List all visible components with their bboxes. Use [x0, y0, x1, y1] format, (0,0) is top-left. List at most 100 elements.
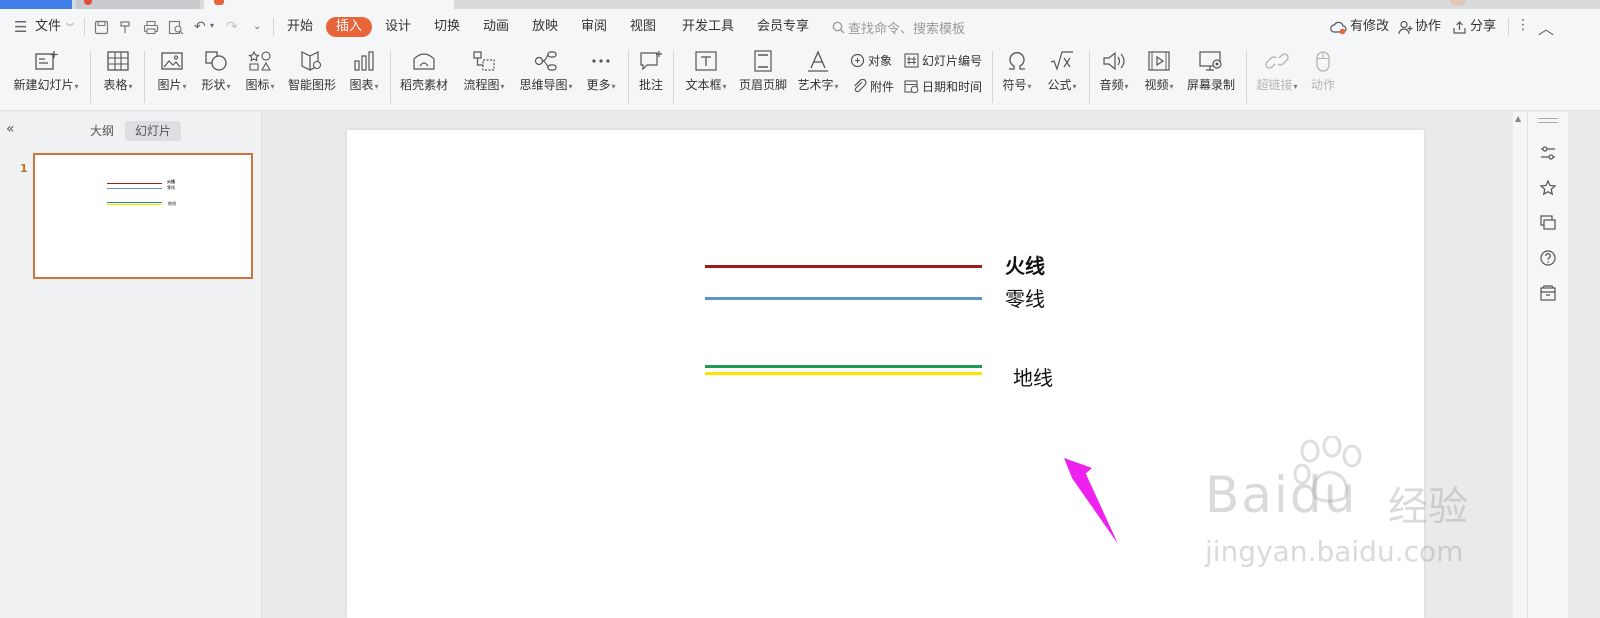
collaborate-button[interactable]: 协作 — [1415, 18, 1441, 36]
undo-icon[interactable]: ↶ — [194, 19, 206, 35]
shape-button[interactable]: 形状▾ — [196, 49, 236, 93]
tab-animation[interactable]: 动画 — [483, 18, 509, 36]
save-icon[interactable] — [94, 20, 109, 35]
insert-ribbon: 新建幻灯片▾ 表格▾ 图片▾ 形状▾ 图标▾ 智能图形 图表▾ 稻壳素材 流程图… — [0, 45, 1600, 111]
tab-review[interactable]: 审阅 — [581, 18, 607, 36]
wordart-button[interactable]: 艺术字▾ — [794, 49, 842, 93]
modified-status[interactable]: 有修改 — [1350, 18, 1389, 36]
print-icon[interactable] — [143, 20, 159, 35]
more-button[interactable]: 更多▾ — [582, 49, 620, 93]
customize-toolbar-icon[interactable]: ⌄ — [253, 21, 261, 32]
slide-number: 1 — [20, 162, 28, 175]
print-preview-icon[interactable] — [168, 20, 184, 35]
slide-switch-icon[interactable] — [1539, 214, 1557, 232]
menu-bar: ☰ 文件 ﹀ ↶ ▾ ↷ ⌄ 开始 插入 设计 切换 动画 放映 审阅 视图 开… — [0, 9, 1600, 45]
window-tab-strip — [0, 0, 1600, 9]
file-menu[interactable]: 文件 ﹀ — [35, 18, 74, 36]
divider — [992, 51, 993, 103]
table-button[interactable]: 表格▾ — [98, 49, 138, 93]
screen-record-label: 屏幕录制 — [1186, 78, 1235, 92]
chart-button[interactable]: 图表▾ — [344, 49, 384, 93]
smartart-button[interactable]: 智能图形 — [286, 49, 338, 93]
textbox-button[interactable]: 文本框▾ — [680, 49, 732, 93]
object-label: 对象 — [868, 54, 893, 68]
picture-button[interactable]: 图片▾ — [152, 49, 192, 93]
pointer-arrow-icon — [1064, 458, 1118, 544]
divider — [390, 51, 391, 103]
divider — [673, 51, 674, 103]
window-edge — [1568, 112, 1600, 618]
watermark-brand-part1: Bai — [1205, 466, 1290, 524]
material-label: 稻壳素材 — [399, 78, 448, 92]
symbol-button[interactable]: 符号▾ — [998, 49, 1036, 93]
format-painter-icon[interactable] — [118, 20, 133, 35]
formula-button[interactable]: 公式▾ — [1042, 49, 1082, 93]
window-tab-presentation-active[interactable] — [204, 0, 454, 9]
collapse-panel-icon[interactable]: « — [6, 121, 15, 137]
live-wire-line[interactable] — [705, 265, 982, 268]
header-footer-label: 页眉页脚 — [738, 78, 787, 92]
mindmap-button[interactable]: 思维导图▾ — [516, 49, 576, 93]
flowchart-button[interactable]: 流程图▾ — [458, 49, 510, 93]
action-button[interactable]: 动作 — [1306, 49, 1340, 93]
tab-outline[interactable]: 大纲 — [80, 121, 124, 141]
tab-slides[interactable]: 幻灯片 — [125, 121, 182, 141]
window-tab-home[interactable] — [0, 0, 72, 9]
tab-transitions[interactable]: 切换 — [434, 18, 460, 36]
scroll-up-icon[interactable]: ▲ — [1515, 114, 1521, 123]
more-dots-icon — [592, 59, 610, 63]
comment-button[interactable]: 批注 — [634, 49, 668, 93]
search-input[interactable]: 查找命令、搜索模板 — [848, 18, 965, 37]
slide-number-button[interactable]: 幻灯片编号 — [904, 52, 982, 69]
tab-insert[interactable]: 插入 — [326, 17, 373, 37]
tab-developer[interactable]: 开发工具 — [682, 18, 734, 36]
pdf-icon — [84, 0, 92, 5]
undo-dropdown-icon[interactable]: ▾ — [210, 21, 214, 30]
vertical-scrollbar[interactable]: ▲ — [1513, 112, 1527, 618]
settings-sliders-icon[interactable] — [1539, 144, 1557, 162]
hamburger-menu-icon[interactable]: ☰ — [14, 18, 27, 36]
object-button[interactable]: 对象 — [850, 52, 892, 69]
slide-thumbnail[interactable]: 火线 零线 地线 — [33, 153, 253, 279]
docer-material-button[interactable]: 稻壳素材 — [397, 49, 451, 93]
chevron-down-icon: ▾ — [1124, 82, 1129, 91]
pin-star-icon[interactable] — [1539, 179, 1557, 197]
mindmap-icon — [534, 51, 557, 71]
tab-view[interactable]: 视图 — [630, 18, 656, 36]
video-button[interactable]: 视频▾ — [1140, 49, 1178, 93]
help-icon[interactable] — [1539, 249, 1557, 267]
live-wire-label[interactable]: 火线 — [1005, 250, 1045, 279]
backup-box-icon[interactable] — [1539, 284, 1557, 302]
action-label: 动作 — [1310, 78, 1335, 92]
hyperlink-button[interactable]: 超链接▾ — [1253, 49, 1301, 93]
tab-slideshow[interactable]: 放映 — [532, 18, 558, 36]
watermark-url: jingyan.baidu.com — [1205, 535, 1464, 568]
datetime-button[interactable]: 日期和时间 — [904, 78, 982, 95]
screen-record-icon — [1199, 51, 1222, 71]
more-label: 更多 — [586, 78, 611, 92]
more-options-icon[interactable]: ⋮ — [1516, 17, 1530, 33]
tab-member[interactable]: 会员专享 — [757, 18, 809, 36]
neutral-wire-label[interactable]: 零线 — [1005, 283, 1045, 312]
formula-label: 公式 — [1047, 78, 1072, 92]
screen-record-button[interactable]: 屏幕录制 — [1186, 49, 1236, 93]
tab-home[interactable]: 开始 — [287, 18, 313, 36]
neutral-wire-line[interactable] — [705, 297, 982, 300]
wordart-label: 艺术字 — [797, 78, 834, 92]
share-button[interactable]: 分享 — [1470, 18, 1496, 36]
file-menu-label: 文件 — [35, 19, 62, 34]
avatar[interactable] — [1450, 0, 1466, 6]
icon-button[interactable]: 图标▾ — [240, 49, 280, 93]
redo-icon[interactable]: ↷ — [226, 19, 238, 35]
shape-label: 形状 — [201, 78, 226, 92]
tab-design[interactable]: 设计 — [385, 18, 411, 36]
new-slide-button[interactable]: 新建幻灯片▾ — [10, 49, 82, 93]
ground-wire-label[interactable]: 地线 — [1013, 362, 1053, 391]
collapse-ribbon-icon[interactable]: ︿ — [1538, 15, 1554, 39]
window-tab-document[interactable] — [76, 0, 200, 9]
ground-wire-green-line[interactable] — [705, 365, 982, 368]
attachment-button[interactable]: 附件 — [852, 78, 894, 95]
audio-button[interactable]: 音频▾ — [1095, 49, 1133, 93]
header-footer-button[interactable]: 页眉页脚 — [737, 49, 789, 93]
ground-wire-yellow-line[interactable] — [705, 372, 982, 375]
